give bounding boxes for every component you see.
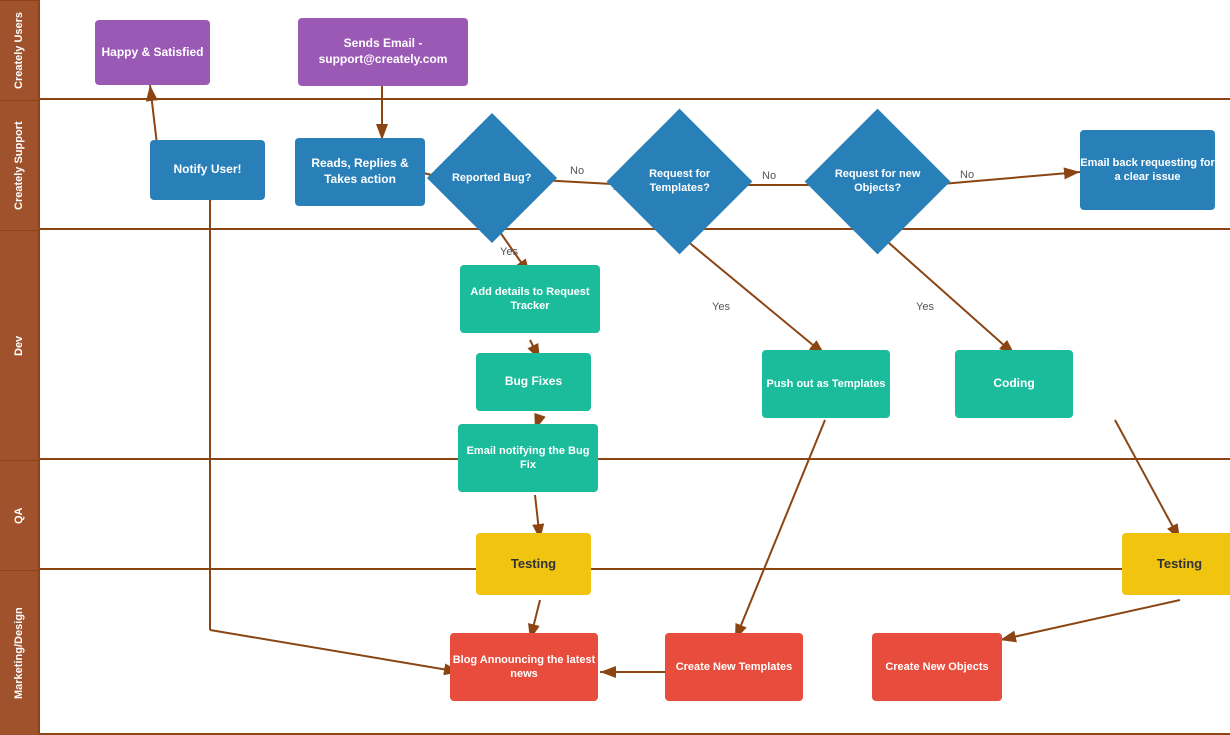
shape-bug-fixes: Bug Fixes [476,353,591,411]
shape-testing-1: Testing [476,533,591,595]
label-dev: Dev [0,230,38,460]
shape-sends-email: Sends Email - support@creately.com [298,18,468,86]
shape-blog: Blog Announcing the latest news [450,633,598,701]
label-creately-users: Creately Users [0,0,38,100]
shape-coding: Coding [955,350,1073,418]
shape-email-notifying: Email notifying the Bug Fix [458,424,598,492]
shape-add-details: Add details to Request Tracker [460,265,600,333]
label-qa: QA [0,460,38,570]
row-marketing [40,570,1230,735]
diagram-container: Creately Users Creately Support Dev QA M… [0,0,1230,735]
shape-push-templates: Push out as Templates [762,350,890,418]
shape-create-objects: Create New Objects [872,633,1002,701]
shape-email-back: Email back requesting for a clear issue [1080,130,1215,210]
shape-notify-user: Notify User! [150,140,265,200]
main-area: No No No Yes Yes Yes [40,0,1230,735]
label-creately-support: Creately Support [0,100,38,230]
shape-create-templates: Create New Templates [665,633,803,701]
swimlane-labels: Creately Users Creately Support Dev QA M… [0,0,40,735]
shape-reads-replies: Reads, Replies & Takes action [295,138,425,206]
shape-happy-satisfied: Happy & Satisfied [95,20,210,85]
row-dev [40,230,1230,460]
row-qa [40,460,1230,570]
shape-testing-2: Testing [1122,533,1230,595]
label-marketing: Marketing/Design [0,570,38,735]
row-creately-users [40,0,1230,100]
